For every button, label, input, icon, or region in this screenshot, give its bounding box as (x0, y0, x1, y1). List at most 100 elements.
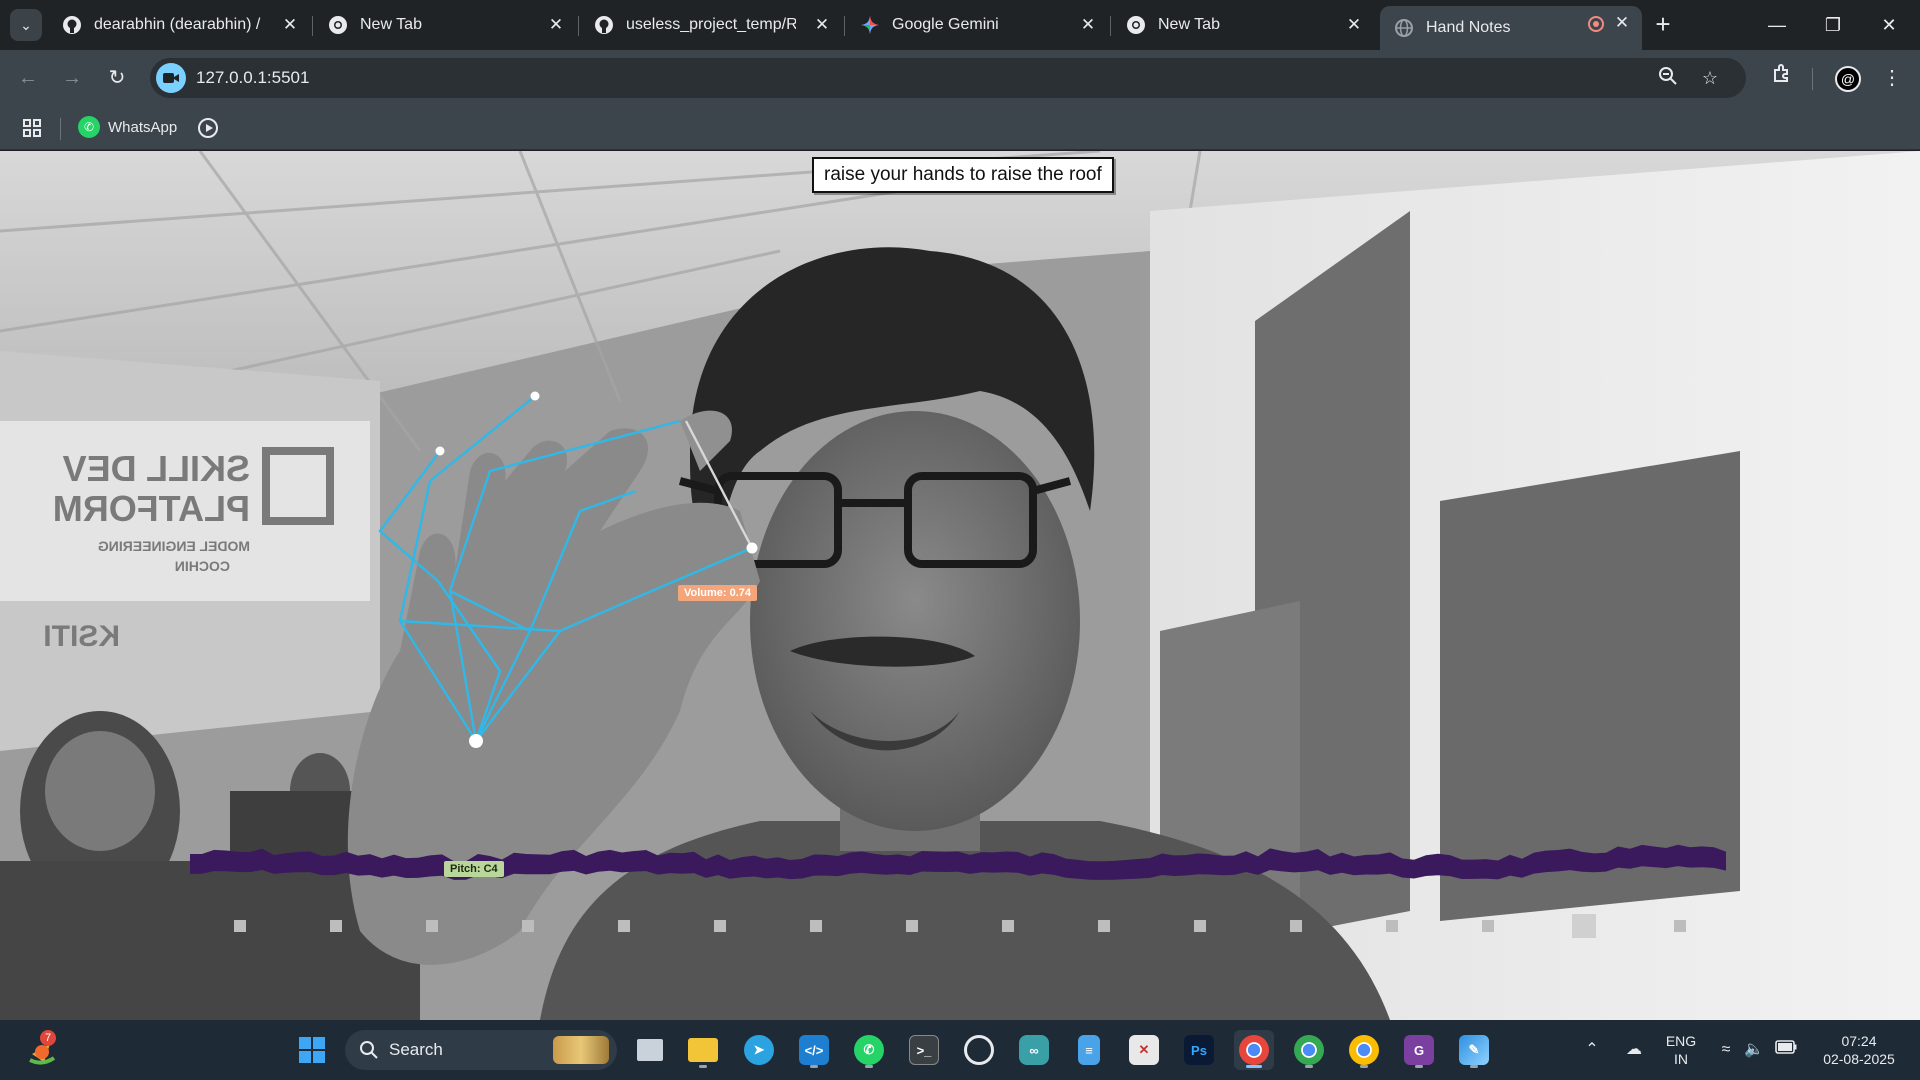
note-key-marker (1098, 920, 1110, 932)
camera-feed: SKILL DEV PLATFORM MODEL ENGINEERING COC… (0, 151, 1920, 1020)
svg-text:COCHIN: COCHIN (175, 558, 230, 574)
speaker-icon: 🔈 (1744, 1041, 1764, 1058)
tab-new-tab-2[interactable]: New Tab ✕ (1112, 8, 1374, 42)
photoshop-icon: Ps (1184, 1035, 1214, 1065)
apps-grid-icon[interactable] (22, 118, 42, 138)
note-key-marker-active (1572, 914, 1596, 938)
clock-time: 07:24 (1841, 1033, 1877, 1049)
taskbar-whatsapp[interactable]: ✆ (849, 1030, 889, 1070)
tab-search-button[interactable]: ⌄ (10, 9, 42, 41)
onedrive-status[interactable]: ☁ (1622, 1038, 1646, 1062)
cloud-icon: ☁ (1626, 1041, 1642, 1058)
bookmarks-bar: ✆ WhatsApp (0, 106, 1920, 150)
new-tab-button[interactable]: + (1648, 10, 1678, 40)
vscode-icon: </> (799, 1035, 829, 1065)
language-indicator[interactable]: ENG IN (1660, 1032, 1702, 1068)
taskbar-pdf-app[interactable]: ✕ (1124, 1030, 1164, 1070)
close-icon[interactable]: ✕ (1344, 15, 1364, 35)
file-explorer-icon (688, 1038, 718, 1062)
clock[interactable]: 07:24 02-08-2025 (1812, 1032, 1906, 1068)
taskbar-telegram[interactable]: ➤ (739, 1030, 779, 1070)
github-icon (62, 15, 82, 35)
chevron-up-icon: ⌃ (1585, 1041, 1599, 1058)
tab-github-repo[interactable]: useless_project_temp/REAI ✕ (580, 8, 842, 42)
volume-button[interactable]: 🔈 (1742, 1038, 1766, 1062)
extensions-button[interactable] (1766, 62, 1798, 94)
note-key-marker (714, 920, 726, 932)
tab-title: Google Gemini (892, 16, 999, 33)
taskbar-chrome-profile[interactable] (1289, 1030, 1329, 1070)
taskbar-file-explorer[interactable] (683, 1030, 723, 1070)
whatsapp-icon: ✆ (854, 1035, 884, 1065)
taskbar-notepad[interactable]: ≡ (1069, 1030, 1109, 1070)
recording-icon (1588, 16, 1604, 32)
reload-button[interactable]: ↻ (101, 62, 133, 94)
widgets-button[interactable]: 7 (22, 1030, 62, 1070)
tab-title: dearabhin (dearabhin) / Re (94, 16, 264, 33)
close-icon[interactable]: ✕ (1612, 13, 1632, 33)
note-key-marker (1674, 920, 1686, 932)
menu-button[interactable]: ⋮ (1876, 62, 1908, 94)
close-icon[interactable]: ✕ (1078, 15, 1098, 35)
forward-button[interactable]: → (56, 62, 88, 94)
bookmarks-divider (60, 118, 61, 140)
avatar: @ (1835, 66, 1861, 92)
taskbar-chrome[interactable] (1234, 1030, 1274, 1070)
taskbar-pdf-reader[interactable]: G (1399, 1030, 1439, 1070)
bookmark-star-button[interactable]: ☆ (1698, 66, 1722, 90)
minimize-button[interactable]: — (1754, 8, 1800, 42)
taskbar-terminal[interactable]: >_ (904, 1030, 944, 1070)
profile-button[interactable]: @ (1832, 62, 1864, 94)
bookmark-whatsapp[interactable]: ✆ WhatsApp (78, 116, 177, 138)
kebab-menu-icon: ⋮ (1882, 67, 1902, 89)
tab-new-tab[interactable]: New Tab ✕ (314, 8, 576, 42)
taskbar-paint[interactable]: ✎ (1454, 1030, 1494, 1070)
tab-github-profile[interactable]: dearabhin (dearabhin) / Re ✕ (48, 8, 310, 42)
instruction-prompt: raise your hands to raise the roof (812, 157, 1114, 193)
pitch-anchor-point (469, 734, 483, 748)
chrome-profile-2-icon (1349, 1035, 1379, 1065)
tab-divider (844, 16, 845, 36)
tab-hand-notes[interactable]: Hand Notes ✕ (1380, 6, 1642, 50)
running-indicator (699, 1065, 707, 1068)
taskbar-vscode[interactable]: </> (794, 1030, 834, 1070)
chrome-icon (1126, 15, 1146, 35)
battery-button[interactable] (1774, 1038, 1798, 1062)
taskbar-search[interactable]: Search (345, 1030, 617, 1070)
svg-text:MODEL ENGINEERING: MODEL ENGINEERING (98, 538, 250, 554)
taskbar-task-view[interactable] (630, 1030, 670, 1070)
back-button[interactable]: ← (12, 62, 44, 94)
show-hidden-icons-button[interactable]: ⌃ (1580, 1038, 1604, 1062)
close-window-button[interactable]: ✕ (1866, 8, 1912, 42)
tab-google-gemini[interactable]: Google Gemini ✕ (846, 8, 1108, 42)
running-indicator (1360, 1065, 1368, 1068)
site-info-button[interactable] (156, 63, 186, 93)
zoom-button[interactable] (1656, 66, 1680, 90)
taskbar-chatgpt[interactable] (959, 1030, 999, 1070)
webcam-canvas[interactable]: SKILL DEV PLATFORM MODEL ENGINEERING COC… (0, 151, 1920, 1020)
start-button[interactable] (292, 1030, 332, 1070)
arrow-left-icon: ← (18, 67, 38, 89)
restore-icon: ❐ (1824, 15, 1842, 35)
play-circle-icon[interactable] (198, 118, 218, 138)
taskbar-infinity-app[interactable]: ∞ (1014, 1030, 1054, 1070)
taskbar-chrome-profile-2[interactable] (1344, 1030, 1384, 1070)
restore-button[interactable]: ❐ (1810, 8, 1856, 42)
close-icon[interactable]: ✕ (280, 15, 300, 35)
running-indicator (1415, 1065, 1423, 1068)
pitch-label: Pitch: C4 (444, 861, 504, 877)
infinity-app-icon: ∞ (1019, 1035, 1049, 1065)
network-button[interactable]: ≈ (1714, 1038, 1738, 1062)
address-bar[interactable]: 127.0.0.1:5501 ☆ (150, 58, 1746, 98)
arrow-right-icon: → (62, 67, 82, 89)
note-key-marker (810, 920, 822, 932)
note-key-marker (426, 920, 438, 932)
url-text: 127.0.0.1:5501 (196, 68, 310, 87)
taskbar-photoshop[interactable]: Ps (1179, 1030, 1219, 1070)
close-icon[interactable]: ✕ (546, 15, 566, 35)
svg-text:SKILL DEV: SKILL DEV (63, 448, 250, 489)
running-indicator (865, 1065, 873, 1068)
close-icon[interactable]: ✕ (812, 15, 832, 35)
note-key-marker (522, 920, 534, 932)
running-indicator (1470, 1065, 1478, 1068)
